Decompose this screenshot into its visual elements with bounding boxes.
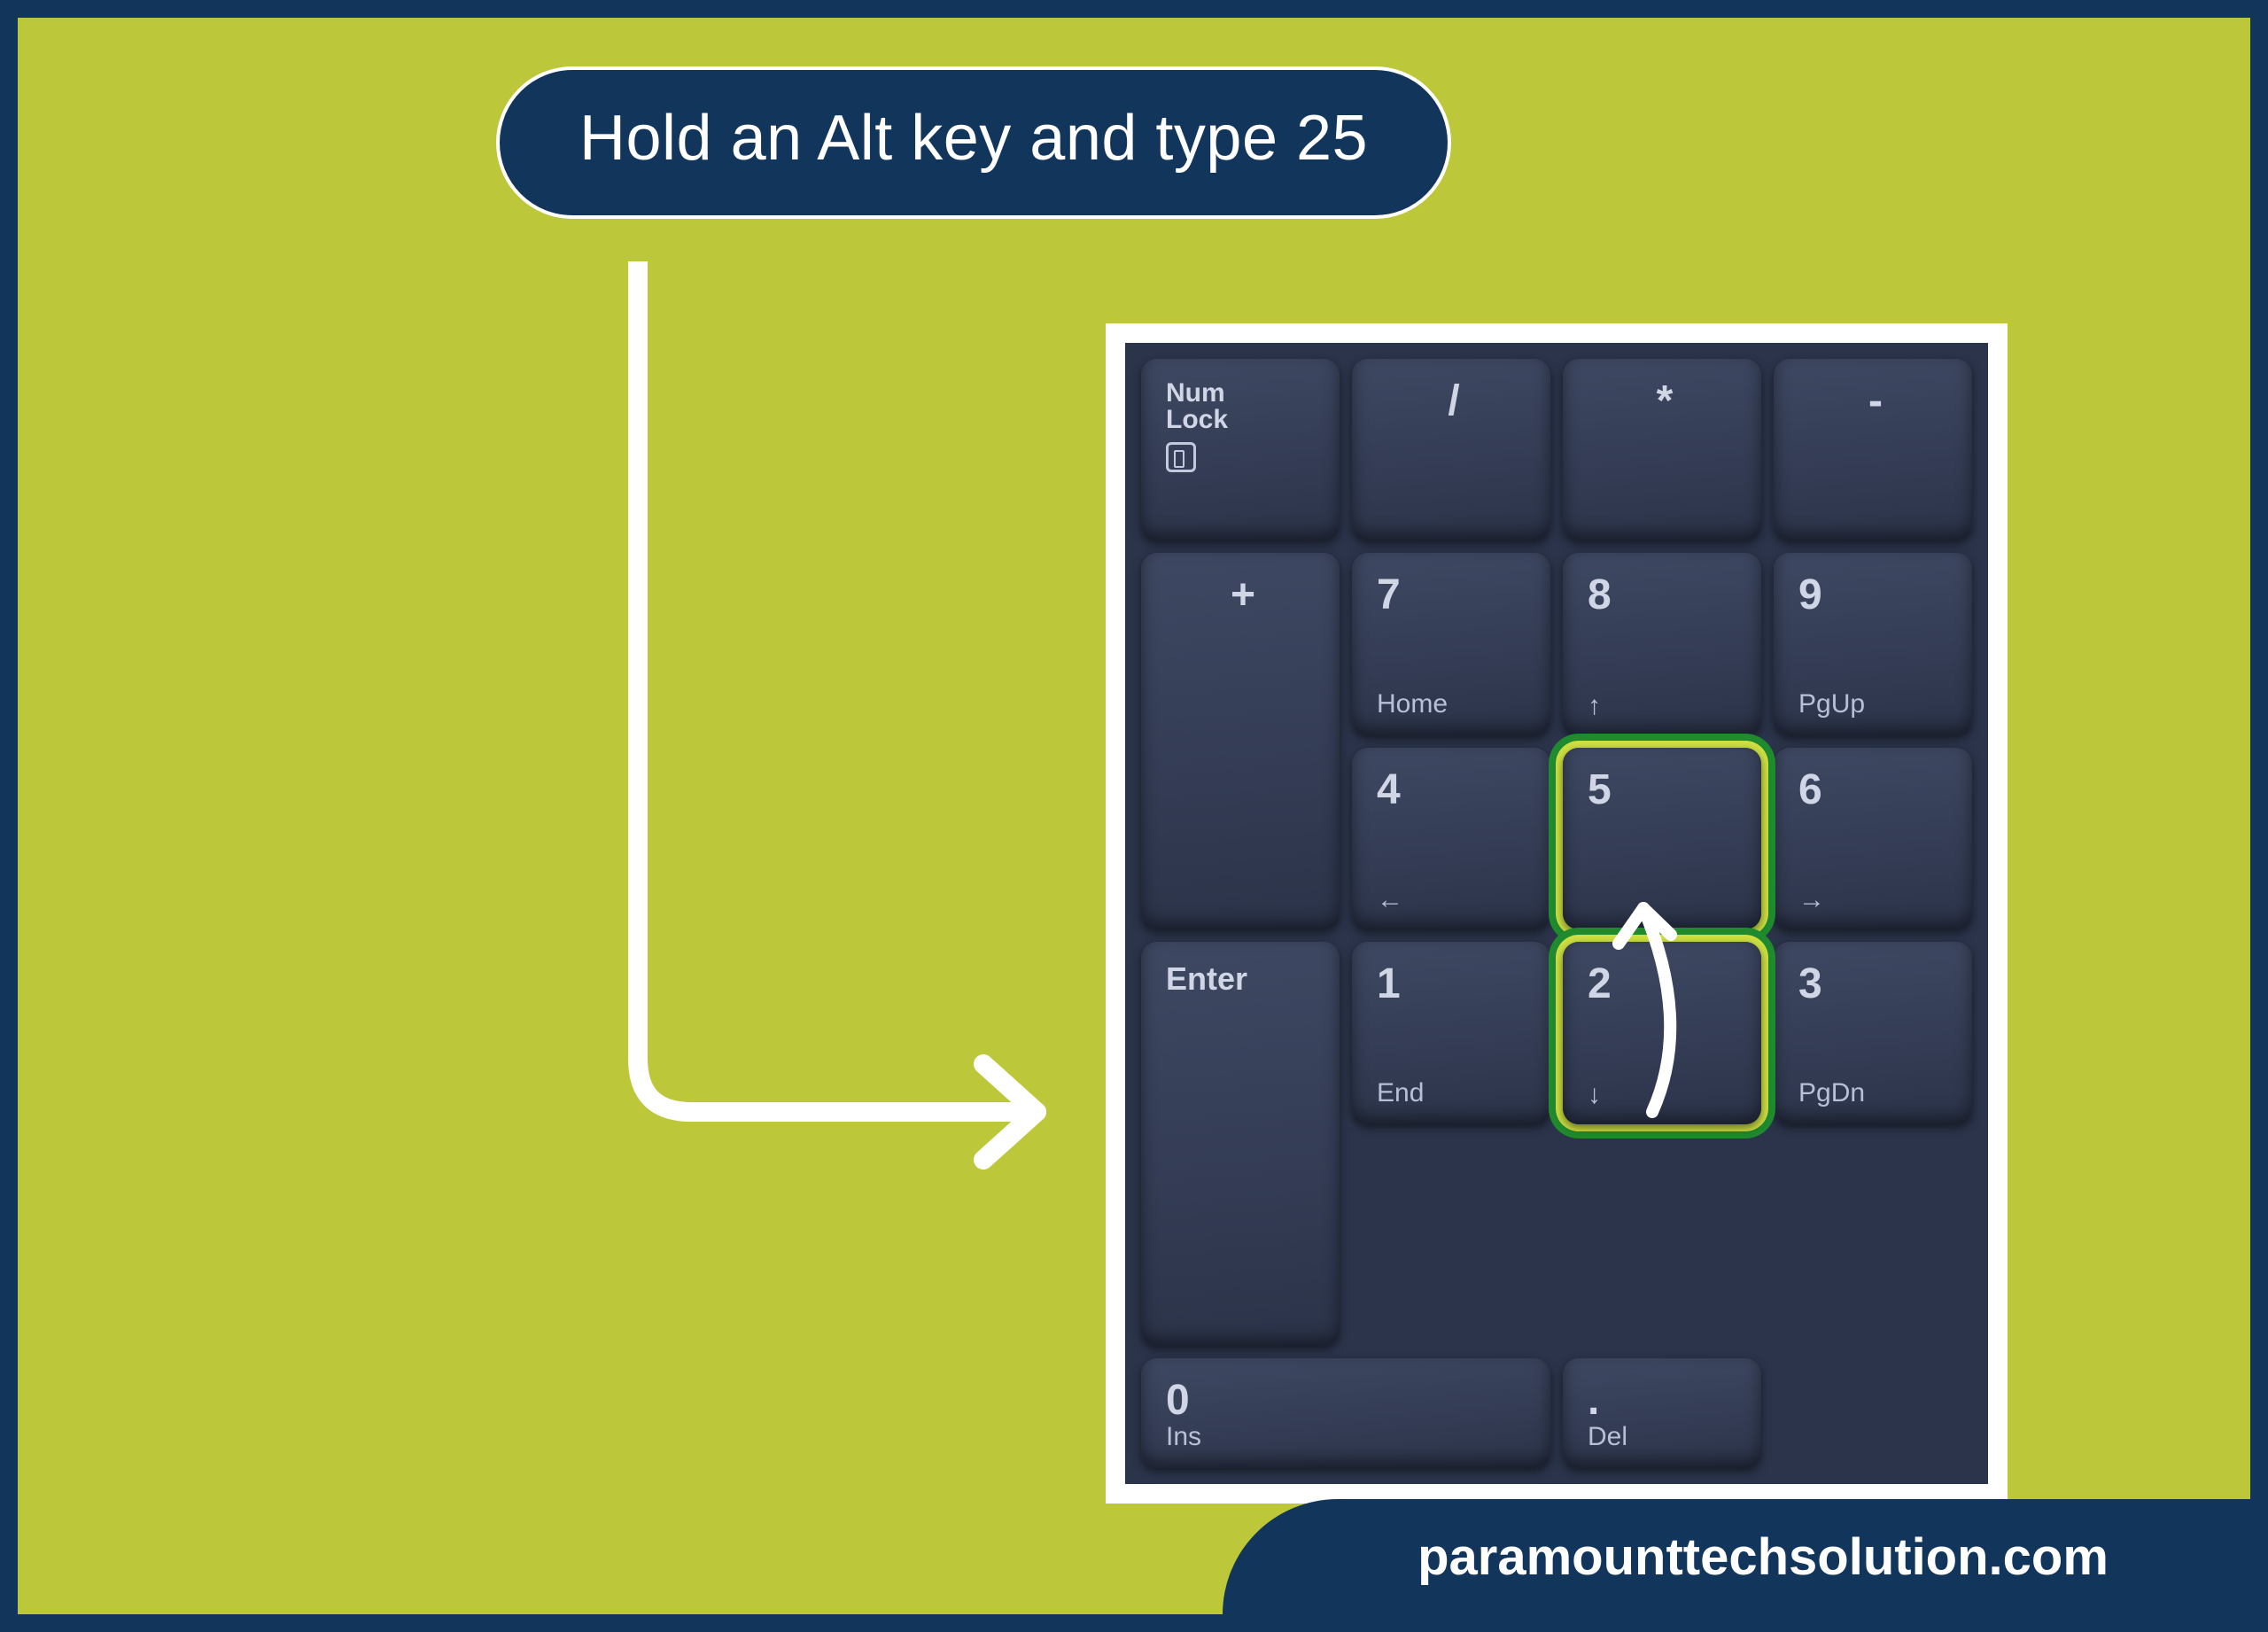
key-1[interactable]: 1 End: [1352, 942, 1550, 1123]
numpad: Num Lock / * - 7 Home 8 ↑ 9 PgUp + 4: [1125, 343, 1988, 1484]
key-6[interactable]: 6 →: [1774, 748, 1972, 929]
key-5[interactable]: 5: [1563, 748, 1761, 929]
diagram-canvas: Hold an Alt key and type 25 Num Lock / *…: [0, 0, 2268, 1632]
arrow-right-icon: →: [1798, 887, 1825, 913]
key-7[interactable]: 7 Home: [1352, 553, 1550, 734]
key-4[interactable]: 4 ←: [1352, 748, 1550, 929]
key-plus[interactable]: +: [1141, 553, 1340, 929]
numlock-indicator-icon: [1166, 442, 1196, 472]
footer-text: paramounttechsolution.com: [1418, 1527, 2109, 1587]
instruction-text: Hold an Alt key and type 25: [579, 103, 1368, 174]
key-8[interactable]: 8 ↑: [1563, 553, 1761, 734]
key-dot[interactable]: . Del: [1563, 1358, 1761, 1468]
key-enter[interactable]: Enter: [1141, 942, 1340, 1346]
key-3[interactable]: 3 PgDn: [1774, 942, 1972, 1123]
key-2[interactable]: 2 ↓: [1563, 942, 1761, 1123]
key-numlock[interactable]: Num Lock: [1141, 359, 1340, 540]
key-slash[interactable]: /: [1352, 359, 1550, 540]
key-star[interactable]: *: [1563, 359, 1761, 540]
arrow-up-icon: ↑: [1588, 693, 1601, 719]
arrow-down-icon: ↓: [1588, 1082, 1601, 1108]
key-minus[interactable]: -: [1774, 359, 1972, 540]
numpad-image: Num Lock / * - 7 Home 8 ↑ 9 PgUp + 4: [1106, 323, 2008, 1504]
instruction-callout: Hold an Alt key and type 25: [496, 66, 1451, 219]
key-0[interactable]: 0 Ins: [1141, 1358, 1550, 1468]
pointer-arrow: [611, 261, 1107, 1201]
key-9[interactable]: 9 PgUp: [1774, 553, 1972, 734]
footer-attribution: paramounttechsolution.com: [1223, 1499, 2250, 1614]
arrow-left-icon: ←: [1377, 887, 1403, 913]
